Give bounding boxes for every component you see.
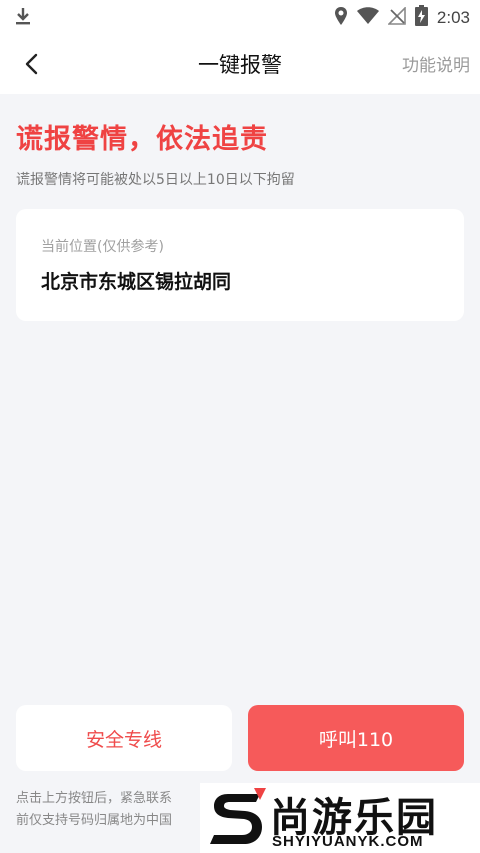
notice-text: 点击上方按钮后，紧急联系 前仅支持号码归属地为中国: [16, 788, 216, 832]
location-card: 当前位置(仅供参考) 北京市东城区锡拉胡同: [16, 209, 464, 321]
warning-title: 谎报警情，依法追责: [16, 124, 268, 155]
watermark-en: SHYIYUANYK.COM: [272, 833, 424, 850]
warning-subtitle: 谎报警情将可能被处以5日以上10日以下拘留: [16, 172, 295, 188]
clock: 2:03: [436, 7, 470, 27]
notice-line-2: 前仅支持号码归属地为中国: [16, 813, 173, 828]
location-value: 北京市东城区锡拉胡同: [41, 271, 232, 293]
wifi-icon: [356, 6, 379, 29]
call-110-button[interactable]: 呼叫110: [248, 705, 464, 771]
notice-line-1: 点击上方按钮后，紧急联系: [16, 791, 173, 806]
nav-bar: 一键报警 功能说明: [0, 32, 480, 94]
help-link[interactable]: 功能说明: [402, 51, 470, 76]
location-icon: [334, 6, 348, 30]
watermark: 尚游乐园 SHYIYUANYK.COM: [200, 783, 480, 853]
no-signal-icon: [386, 5, 406, 29]
safe-line-button[interactable]: 安全专线: [16, 705, 232, 771]
download-icon: [14, 6, 32, 30]
location-label: 当前位置(仅供参考): [41, 239, 164, 255]
watermark-logo-icon: [210, 788, 266, 852]
status-bar: 2:03: [0, 0, 480, 32]
battery-charging-icon: [414, 5, 428, 30]
